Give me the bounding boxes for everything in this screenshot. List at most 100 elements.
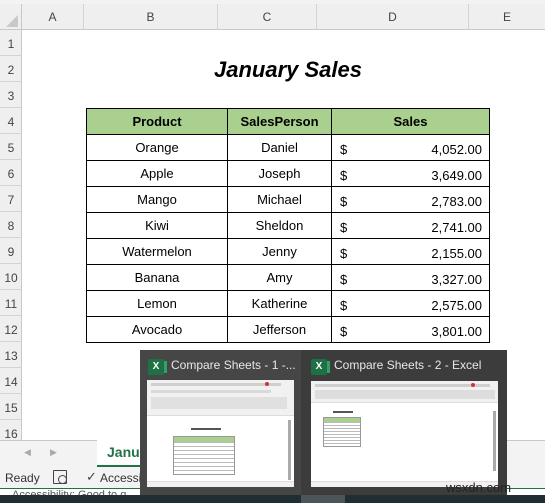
window-thumbnail[interactable]: [147, 380, 294, 487]
row-header[interactable]: 8: [0, 212, 22, 238]
cell-salesperson[interactable]: Katherine: [227, 290, 332, 317]
thumbnail-title: [333, 411, 353, 413]
row-header[interactable]: 11: [0, 290, 22, 316]
cell-sales[interactable]: $3,649.00: [331, 160, 490, 187]
status-ready: Ready: [5, 471, 40, 485]
row-header[interactable]: 3: [0, 82, 22, 108]
select-all-button[interactable]: [0, 4, 22, 30]
currency-symbol: $: [340, 220, 348, 235]
thumbnail-status: [147, 481, 294, 487]
sales-amount: 2,783.00: [431, 194, 482, 209]
taskbar-preview: X Compare Sheets - 1 -... X Compare Shee…: [140, 350, 507, 495]
thumbnail-table: [173, 436, 235, 475]
row-header[interactable]: 4: [0, 108, 22, 134]
scroll-tabs-left-icon[interactable]: ◀: [24, 447, 31, 458]
column-header-d[interactable]: D: [317, 4, 469, 30]
table-row: Banana Amy $3,327.00: [86, 264, 490, 291]
row-header[interactable]: 5: [0, 134, 22, 160]
cell-salesperson[interactable]: Amy: [227, 264, 332, 291]
window-preview-1[interactable]: X Compare Sheets - 1 -...: [140, 350, 301, 495]
cell-sales[interactable]: $2,575.00: [331, 290, 490, 317]
sales-value: $2,783.00: [332, 190, 489, 209]
table-header-row: Product SalesPerson Sales: [86, 108, 490, 135]
excel-app-icon: X: [148, 359, 167, 375]
cell-product[interactable]: Apple: [86, 160, 228, 187]
row-header[interactable]: 1: [0, 30, 22, 56]
row-header[interactable]: 12: [0, 316, 22, 342]
sales-value: $3,327.00: [332, 268, 489, 287]
row-header[interactable]: 15: [0, 394, 22, 420]
row-header[interactable]: 7: [0, 186, 22, 212]
cell-product[interactable]: Banana: [86, 264, 228, 291]
cell-salesperson[interactable]: Daniel: [227, 134, 332, 161]
table-row: Lemon Katherine $2,575.00: [86, 290, 490, 317]
watermark: wsxdn.com: [446, 480, 512, 495]
accessibility-icon[interactable]: ✓: [86, 469, 97, 485]
row-header[interactable]: 6: [0, 160, 22, 186]
row-header[interactable]: 10: [0, 264, 22, 290]
scroll-tabs-right-icon[interactable]: ▶: [50, 447, 57, 458]
cell-sales[interactable]: $2,741.00: [331, 212, 490, 239]
table-row: Orange Daniel $4,052.00: [86, 134, 490, 161]
window-preview-title: Compare Sheets - 2 - Excel: [334, 358, 482, 372]
sales-table: Product SalesPerson Sales Orange Daniel $4…: [86, 108, 490, 343]
currency-symbol: $: [340, 272, 348, 287]
column-headers: A B C D E: [0, 4, 545, 30]
row-headers: 1 2 3 4 5 6 7 8 9 10 11 12 13 14 15 16: [0, 30, 22, 446]
sales-amount: 2,155.00: [431, 246, 482, 261]
table-row: Watermelon Jenny $2,155.00: [86, 238, 490, 265]
currency-symbol: $: [340, 324, 348, 339]
cell-salesperson[interactable]: Joseph: [227, 160, 332, 187]
row-header[interactable]: 14: [0, 368, 22, 394]
table-row: Avocado Jefferson $3,801.00: [86, 316, 490, 343]
cell-product[interactable]: Mango: [86, 186, 228, 213]
window-thumbnail[interactable]: [311, 381, 498, 487]
sales-value: $2,155.00: [332, 242, 489, 261]
sales-amount: 3,649.00: [431, 168, 482, 183]
cell-product[interactable]: Watermelon: [86, 238, 228, 265]
taskbar-excel-button[interactable]: [301, 495, 345, 503]
cell-salesperson[interactable]: Michael: [227, 186, 332, 213]
sales-amount: 2,575.00: [431, 298, 482, 313]
sales-value: $3,649.00: [332, 164, 489, 183]
sales-value: $2,575.00: [332, 294, 489, 313]
sheet-title[interactable]: January Sales: [86, 57, 490, 83]
currency-symbol: $: [340, 298, 348, 313]
column-header-c[interactable]: C: [218, 4, 317, 30]
thumbnail-title: [191, 428, 221, 430]
sales-value: $3,801.00: [332, 320, 489, 339]
column-header-b[interactable]: B: [84, 4, 218, 30]
row-header[interactable]: 13: [0, 342, 22, 368]
excel-app-icon: X: [311, 359, 330, 375]
currency-symbol: $: [340, 194, 348, 209]
row-header[interactable]: 9: [0, 238, 22, 264]
window-preview-2[interactable]: X Compare Sheets - 2 - Excel: [301, 350, 507, 495]
header-sales[interactable]: Sales: [331, 108, 490, 135]
cell-sales[interactable]: $3,327.00: [331, 264, 490, 291]
header-product[interactable]: Product: [86, 108, 228, 135]
cell-sales[interactable]: $4,052.00: [331, 134, 490, 161]
window-preview-title: Compare Sheets - 1 -...: [171, 358, 296, 372]
cell-product[interactable]: Orange: [86, 134, 228, 161]
cell-salesperson[interactable]: Sheldon: [227, 212, 332, 239]
sales-amount: 3,801.00: [431, 324, 482, 339]
cell-sales[interactable]: $2,783.00: [331, 186, 490, 213]
cell-product[interactable]: Lemon: [86, 290, 228, 317]
table-row: Apple Joseph $3,649.00: [86, 160, 490, 187]
cell-sales[interactable]: $2,155.00: [331, 238, 490, 265]
row-header[interactable]: 2: [0, 56, 22, 82]
macro-record-icon[interactable]: [53, 470, 67, 484]
cell-sales[interactable]: $3,801.00: [331, 316, 490, 343]
sales-value: $4,052.00: [332, 138, 489, 157]
cell-product[interactable]: Kiwi: [86, 212, 228, 239]
cell-salesperson[interactable]: Jefferson: [227, 316, 332, 343]
excel-window: A B C D E 1 2 3 4 5 6 7 8 9 10 11 12 13 …: [0, 0, 545, 503]
column-header-a[interactable]: A: [22, 4, 84, 30]
header-salesperson[interactable]: SalesPerson: [227, 108, 332, 135]
cell-salesperson[interactable]: Jenny: [227, 238, 332, 265]
currency-symbol: $: [340, 246, 348, 261]
cell-product[interactable]: Avocado: [86, 316, 228, 343]
thumbnail-table: [323, 417, 361, 447]
table-row: Kiwi Sheldon $2,741.00: [86, 212, 490, 239]
column-header-e[interactable]: E: [469, 4, 545, 30]
